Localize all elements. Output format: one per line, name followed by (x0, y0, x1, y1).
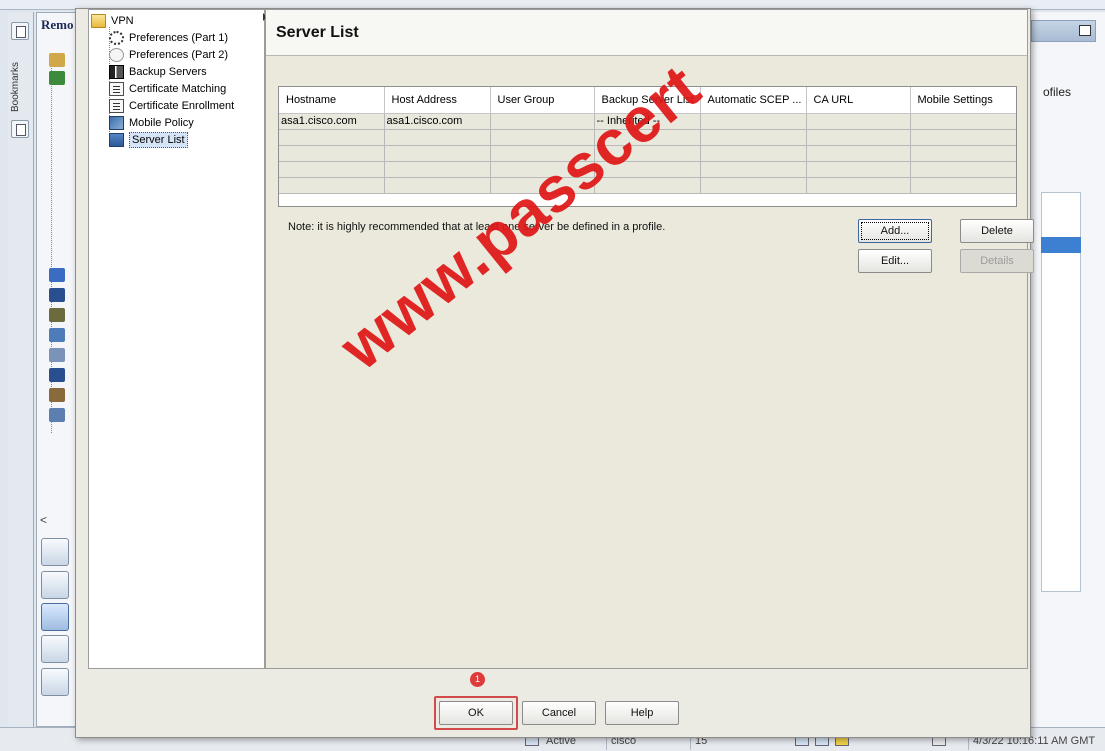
certificate-icon (109, 99, 124, 113)
tree-node-icon[interactable] (49, 388, 65, 402)
column-header-mobile-settings[interactable]: Mobile Settings (910, 87, 1016, 114)
empty-table-row[interactable] (279, 177, 1016, 194)
tree-node-icon[interactable] (49, 348, 65, 362)
table-cell (806, 113, 911, 130)
profiles-selected-row[interactable] (1041, 237, 1081, 253)
gear-icon (109, 31, 124, 45)
page-title: Server List (276, 24, 359, 41)
tree-node-icon[interactable] (49, 288, 65, 302)
empty-table-row[interactable] (279, 161, 1016, 178)
profiles-text: ofiles (1043, 85, 1072, 99)
tree-item-label: Certificate Matching (129, 83, 227, 95)
tree-node-icon[interactable] (49, 408, 65, 422)
tree-node-icon[interactable] (49, 308, 65, 322)
table-cell: asa1.cisco.com (384, 113, 491, 130)
firewall-icon[interactable] (41, 571, 69, 599)
bookmarks-toggle-icon[interactable] (11, 22, 29, 40)
table-header-row: Hostname Host Address User Group Backup … (279, 87, 1016, 114)
table-cell: -- Inherited -- (594, 113, 701, 130)
server-list-pane: Server List Hostname Host Address User G… (265, 9, 1034, 669)
cancel-button[interactable]: Cancel (522, 701, 596, 725)
server-list-table[interactable]: Hostname Host Address User Group Backup … (278, 86, 1017, 207)
table-row[interactable]: asa1.cisco.com asa1.cisco.com -- Inherit… (279, 113, 1016, 130)
table-cell (910, 113, 1016, 130)
server-icon (109, 65, 124, 79)
table-cell (700, 113, 807, 130)
tree-item-label: Certificate Enrollment (129, 100, 235, 112)
delete-button[interactable]: Delete (960, 219, 1034, 243)
tree-item-label: VPN (111, 15, 134, 27)
column-header-user-group[interactable]: User Group (490, 87, 595, 114)
edit-button[interactable]: Edit... (858, 249, 932, 273)
tree-node-icon[interactable] (49, 71, 65, 85)
right-panel-titlebar (1031, 20, 1096, 42)
anyconnect-profile-editor-dialog: VPN Preferences (Part 1) Preferences (Pa… (75, 8, 1034, 738)
column-header-hostname[interactable]: Hostname (279, 87, 385, 114)
server-table: Hostname Host Address User Group Backup … (279, 87, 1016, 194)
content-header: Server List (266, 10, 1027, 56)
device-setup-icon[interactable] (41, 538, 69, 566)
tree-item-label: Preferences (Part 2) (129, 49, 229, 61)
device-management-icon[interactable] (41, 668, 69, 696)
tree-item-label: Preferences (Part 1) (129, 32, 229, 44)
empty-table-row[interactable] (279, 145, 1016, 162)
site-to-site-vpn-icon[interactable] (41, 635, 69, 663)
certificate-icon (109, 82, 124, 96)
bookmarks-sidebar: Bookmarks (8, 12, 34, 740)
navigation-panel-title: Remo (41, 17, 74, 32)
column-header-ca-url[interactable]: CA URL (806, 87, 911, 114)
tree-node-icon[interactable] (49, 328, 65, 342)
profile-tree-pane: VPN Preferences (Part 1) Preferences (Pa… (88, 9, 265, 669)
add-button[interactable]: Add... (858, 219, 932, 243)
column-header-host-address[interactable]: Host Address (384, 87, 491, 114)
step-number-badge: 1 (470, 672, 485, 687)
server-definition-note: Note: it is highly recommended that at l… (288, 221, 666, 233)
ok-button[interactable]: OK (439, 701, 513, 725)
column-header-backup-server-list[interactable]: Backup Server List (594, 87, 701, 114)
remote-access-vpn-icon[interactable] (41, 603, 69, 631)
table-cell: asa1.cisco.com (279, 113, 385, 130)
tree-node-icon[interactable] (49, 268, 65, 282)
table-cell (490, 113, 595, 130)
bookmarks-tab-label[interactable]: Bookmarks (10, 52, 30, 122)
tree-item-label: Mobile Policy (129, 117, 194, 129)
empty-table-row[interactable] (279, 129, 1016, 146)
folder-icon (91, 14, 106, 28)
gear-icon (109, 48, 124, 62)
scroll-left-arrow-icon[interactable]: < (40, 513, 47, 527)
help-button[interactable]: Help (605, 701, 679, 725)
column-header-automatic-scep[interactable]: Automatic SCEP ... (700, 87, 807, 114)
server-list-icon (109, 133, 124, 147)
bookmarks-page-icon[interactable] (11, 120, 29, 138)
maximize-icon[interactable] (1079, 25, 1091, 36)
tree-node-icon[interactable] (49, 53, 65, 67)
mobile-icon (109, 116, 124, 130)
tree-item-label: Backup Servers (129, 66, 207, 78)
background-right-panel: ofiles (1030, 12, 1105, 727)
tree-node-icon[interactable] (49, 368, 65, 382)
details-button: Details (960, 249, 1034, 273)
tree-item-label: Server List (129, 132, 188, 148)
